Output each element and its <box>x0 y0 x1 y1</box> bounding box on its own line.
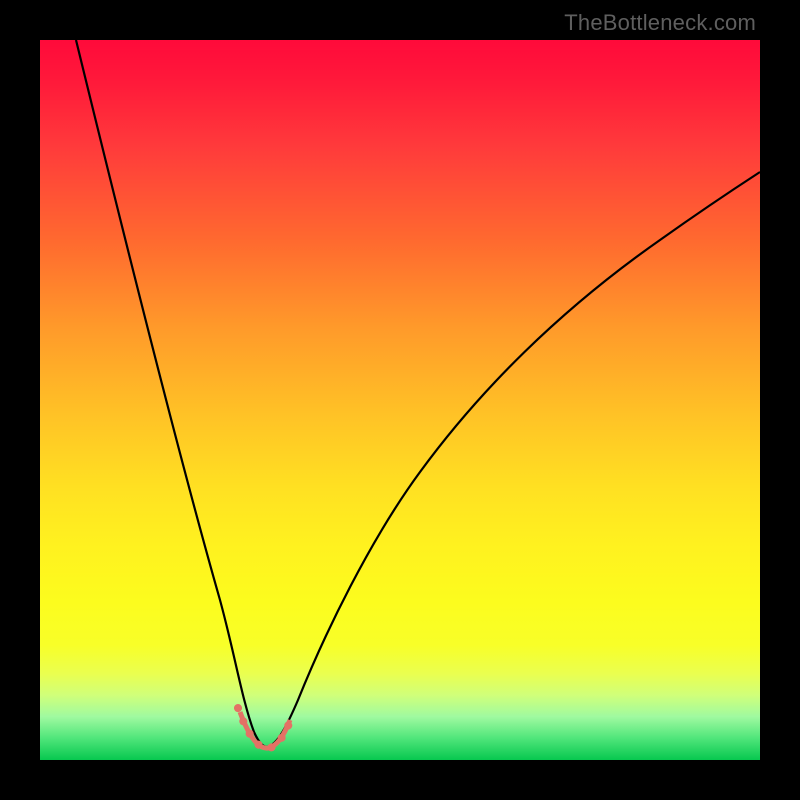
bottleneck-curve <box>40 40 760 760</box>
watermark-text: TheBottleneck.com <box>564 10 756 36</box>
chart-plot-area <box>40 40 760 760</box>
curve-line <box>76 40 760 747</box>
